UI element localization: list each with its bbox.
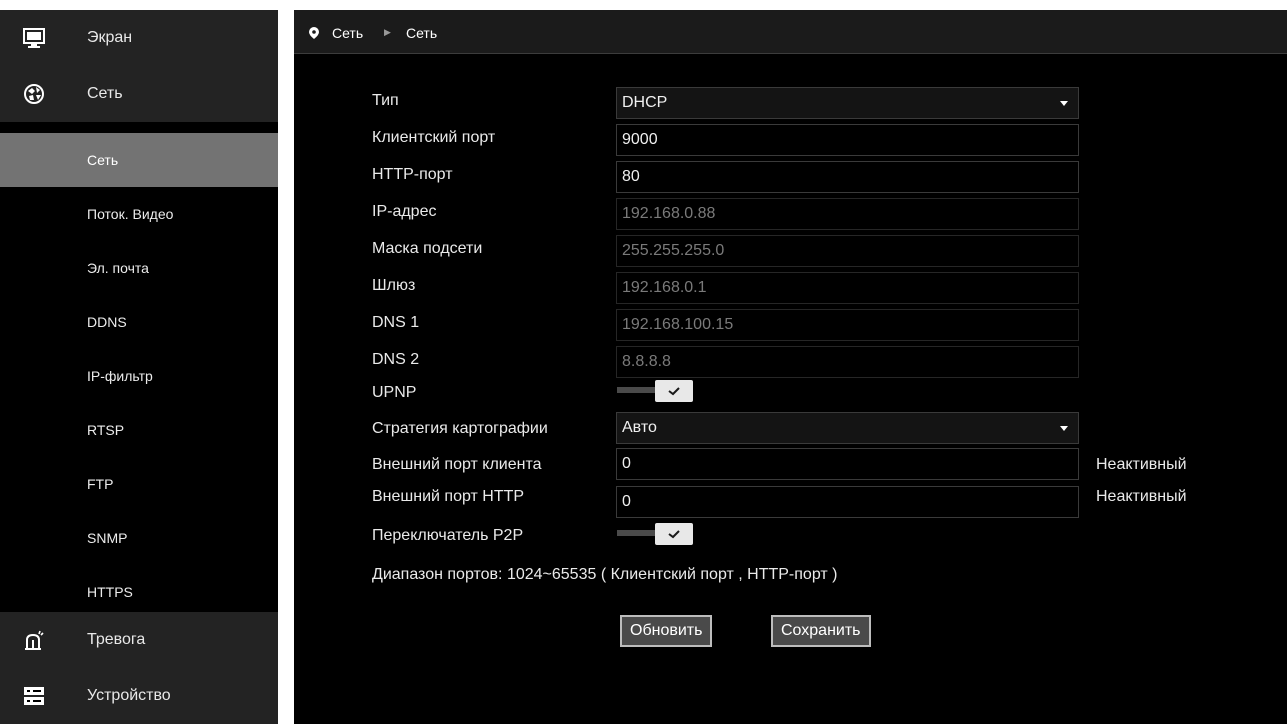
checkmark-icon [668, 387, 680, 396]
sidebar-category-label: Экран [87, 29, 133, 46]
monitor-icon [23, 27, 45, 49]
external-http-port-label: Внешний порт HTTP [372, 488, 525, 505]
upnp-label: UPNP [372, 384, 417, 401]
mapping-strategy-label: Стратегия картографии [372, 420, 548, 437]
save-button[interactable]: Сохранить [771, 615, 871, 647]
port-range-note: Диапазон портов: 1024~65535 ( Клиентский… [372, 566, 838, 583]
type-select[interactable]: DHCP [616, 87, 1079, 119]
breadcrumb-arrow-icon: ▶ [384, 27, 391, 37]
chevron-down-icon [1060, 101, 1068, 106]
main-panel: Сеть ▶ Сеть Тип DHCP Клиентский порт 900… [294, 10, 1287, 724]
mapping-strategy-select[interactable]: Авто [616, 412, 1079, 444]
type-label: Тип [372, 92, 399, 109]
dns2-label: DNS 2 [372, 351, 420, 368]
sidebar-item-label: RTSP [87, 422, 125, 438]
ip-address-label: IP-адрес [372, 203, 437, 220]
external-client-port-status: Неактивный [1096, 456, 1187, 473]
client-port-input[interactable]: 9000 [616, 124, 1079, 156]
refresh-button[interactable]: Обновить [620, 615, 713, 647]
sidebar-category-label: Сеть [87, 85, 123, 102]
subnet-mask-input[interactable]: 255.255.255.0 [616, 235, 1079, 267]
external-client-port-label: Внешний порт клиента [372, 456, 542, 473]
sidebar-item-label: Поток. Видео [87, 206, 174, 222]
external-http-port-status: Неактивный [1096, 488, 1187, 505]
sidebar-item-snmp[interactable]: SNMP [0, 511, 278, 565]
sidebar-item-network[interactable]: Сеть [0, 133, 278, 187]
external-client-port-input[interactable]: 0 [616, 448, 1079, 480]
mapping-strategy-value: Авто [622, 419, 657, 436]
sidebar-item-rtsp[interactable]: RTSP [0, 403, 278, 457]
sidebar-item-label: Сеть [87, 152, 119, 168]
toggle-track [617, 530, 657, 536]
sidebar-category-network[interactable]: Сеть [0, 66, 278, 122]
toggle-knob [655, 380, 693, 402]
p2p-toggle[interactable] [617, 523, 693, 545]
client-port-label: Клиентский порт [372, 129, 496, 146]
breadcrumb-parent[interactable]: Сеть [332, 25, 363, 41]
breadcrumb: Сеть ▶ Сеть [294, 10, 1287, 54]
type-select-value: DHCP [622, 94, 668, 111]
toggle-knob [655, 523, 693, 545]
p2p-switch-label: Переключатель P2P [372, 527, 524, 544]
sidebar-item-label: SNMP [87, 530, 128, 546]
sidebar-item-video-stream[interactable]: Поток. Видео [0, 187, 278, 241]
checkmark-icon [668, 530, 680, 539]
sidebar-item-https[interactable]: HTTPS [0, 565, 278, 619]
gateway-label: Шлюз [372, 277, 416, 294]
location-pin-icon [309, 26, 319, 44]
sidebar-item-label: HTTPS [87, 584, 133, 600]
sidebar-item-label: IP-фильтр [87, 368, 153, 384]
alarm-icon [23, 629, 45, 651]
sidebar-item-label: FTP [87, 476, 114, 492]
sidebar-category-screen[interactable]: Экран [0, 10, 278, 66]
ip-address-input[interactable]: 192.168.0.88 [616, 198, 1079, 230]
sidebar-item-ftp[interactable]: FTP [0, 457, 278, 511]
http-port-label: HTTP-порт [372, 166, 453, 183]
device-icon [23, 685, 45, 707]
external-http-port-input[interactable]: 0 [616, 486, 1079, 518]
dns1-label: DNS 1 [372, 314, 420, 331]
breadcrumb-current: Сеть [406, 25, 438, 41]
sidebar-item-email[interactable]: Эл. почта [0, 241, 278, 295]
gateway-input[interactable]: 192.168.0.1 [616, 272, 1079, 304]
dns2-input[interactable]: 8.8.8.8 [616, 346, 1079, 378]
sidebar-category-label: Тревога [87, 631, 146, 648]
chevron-down-icon [1060, 426, 1068, 431]
sidebar-item-ip-filter[interactable]: IP-фильтр [0, 349, 278, 403]
sidebar-category-device[interactable]: Устройство [0, 668, 278, 724]
network-icon [23, 83, 45, 105]
sidebar-category-label: Устройство [87, 687, 171, 704]
dns1-input[interactable]: 192.168.100.15 [616, 309, 1079, 341]
sidebar-category-alarm[interactable]: Тревога [0, 612, 278, 668]
toggle-track [617, 387, 657, 393]
sidebar-item-label: Эл. почта [87, 260, 149, 276]
subnet-mask-label: Маска подсети [372, 240, 483, 257]
upnp-toggle[interactable] [617, 380, 693, 402]
http-port-input[interactable]: 80 [616, 161, 1079, 193]
sidebar: Экран Сеть Сеть Поток. Видео Эл. почта D… [0, 10, 278, 724]
sidebar-item-ddns[interactable]: DDNS [0, 295, 278, 349]
sidebar-item-label: DDNS [87, 314, 127, 330]
